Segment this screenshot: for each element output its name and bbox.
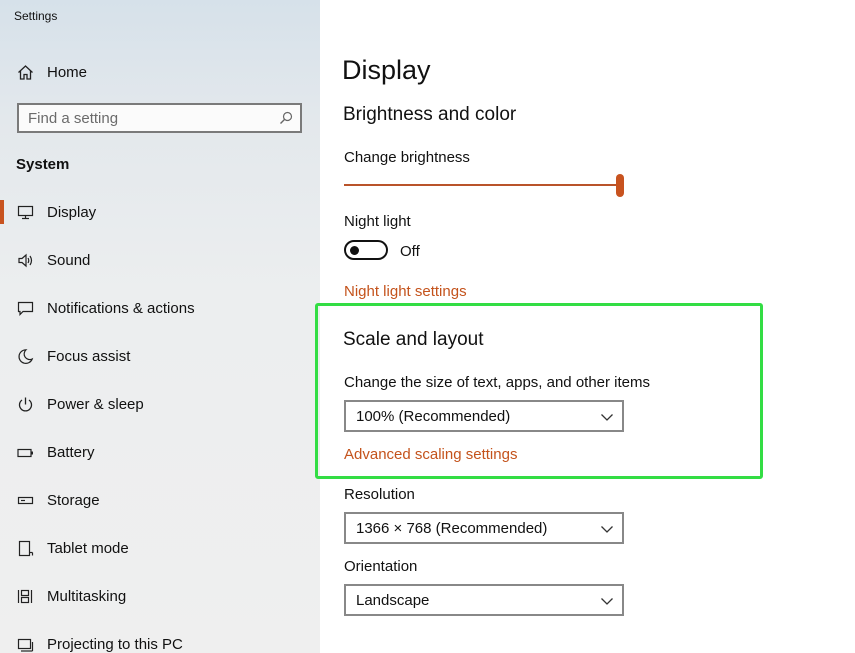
main-content: Display Brightness and color Change brig… xyxy=(320,0,855,653)
sidebar-item-focus-assist[interactable]: Focus assist xyxy=(0,336,320,376)
brightness-label: Change brightness xyxy=(344,149,470,166)
home-nav-item[interactable]: Home xyxy=(0,52,320,92)
search-icon[interactable] xyxy=(279,111,293,125)
power-icon xyxy=(16,395,34,413)
sidebar-item-sound[interactable]: Sound xyxy=(0,240,320,280)
brightness-heading: Brightness and color xyxy=(343,104,517,125)
sidebar-item-label: Focus assist xyxy=(47,347,131,365)
toggle-knob xyxy=(350,246,359,255)
scale-label: Change the size of text, apps, and other… xyxy=(344,374,651,391)
sidebar-item-label: Projecting to this PC xyxy=(47,635,183,653)
sidebar-item-label: Multitasking xyxy=(47,587,127,605)
sidebar-item-storage[interactable]: Storage xyxy=(0,480,320,520)
resolution-dropdown[interactable]: 1366 × 768 (Recommended) xyxy=(344,512,624,544)
sidebar-item-label: Battery xyxy=(47,443,95,461)
sidebar-item-projecting[interactable]: Projecting to this PC xyxy=(0,624,320,653)
brightness-slider[interactable] xyxy=(344,173,626,197)
night-light-label: Night light xyxy=(344,213,411,230)
night-light-state: Off xyxy=(400,243,420,260)
page-title: Display xyxy=(342,55,431,85)
multitasking-icon xyxy=(16,587,34,605)
tablet-icon xyxy=(16,539,34,557)
moon-icon xyxy=(16,347,34,365)
scale-dropdown[interactable]: 100% (Recommended) xyxy=(344,400,624,432)
sidebar-item-battery[interactable]: Battery xyxy=(0,432,320,472)
monitor-icon xyxy=(16,203,34,221)
chevron-down-icon xyxy=(600,594,614,608)
home-icon xyxy=(16,63,34,81)
settings-window: Settings Home System Display xyxy=(0,0,855,653)
slider-track[interactable] xyxy=(344,184,620,186)
sidebar-item-multitasking[interactable]: Multitasking xyxy=(0,576,320,616)
slider-thumb[interactable] xyxy=(616,174,624,197)
projecting-icon xyxy=(16,635,34,653)
search-box[interactable] xyxy=(17,103,302,133)
search-input[interactable] xyxy=(19,105,278,131)
orientation-dropdown-value: Landscape xyxy=(356,592,430,609)
sidebar-item-display[interactable]: Display xyxy=(0,192,320,232)
speaker-icon xyxy=(16,251,34,269)
scale-layout-heading: Scale and layout xyxy=(343,329,484,350)
resolution-label: Resolution xyxy=(344,486,415,503)
scale-dropdown-value: 100% (Recommended) xyxy=(356,408,511,425)
storage-icon xyxy=(16,491,34,509)
advanced-scaling-link[interactable]: Advanced scaling settings xyxy=(344,446,517,463)
sidebar-item-label: Tablet mode xyxy=(47,539,129,557)
night-light-settings-link[interactable]: Night light settings xyxy=(344,283,467,300)
sidebar-item-label: Power & sleep xyxy=(47,395,144,413)
window-title: Settings xyxy=(14,9,58,23)
resolution-dropdown-value: 1366 × 768 (Recommended) xyxy=(356,520,548,537)
home-label: Home xyxy=(47,63,88,81)
sidebar-item-label: Display xyxy=(47,203,97,221)
night-light-toggle[interactable] xyxy=(344,240,388,260)
chevron-down-icon xyxy=(600,410,614,424)
orientation-dropdown[interactable]: Landscape xyxy=(344,584,624,616)
sidebar-item-label: Storage xyxy=(47,491,100,509)
sidebar: Settings Home System Display xyxy=(0,0,320,653)
notification-icon xyxy=(16,299,34,317)
chevron-down-icon xyxy=(600,522,614,536)
sidebar-item-tablet-mode[interactable]: Tablet mode xyxy=(0,528,320,568)
section-label-system: System xyxy=(16,156,70,173)
sidebar-item-label: Sound xyxy=(47,251,91,269)
sidebar-item-label: Notifications & actions xyxy=(47,299,195,317)
sidebar-item-power-sleep[interactable]: Power & sleep xyxy=(0,384,320,424)
sidebar-item-notifications[interactable]: Notifications & actions xyxy=(0,288,320,328)
battery-icon xyxy=(16,443,34,461)
orientation-label: Orientation xyxy=(344,558,418,575)
